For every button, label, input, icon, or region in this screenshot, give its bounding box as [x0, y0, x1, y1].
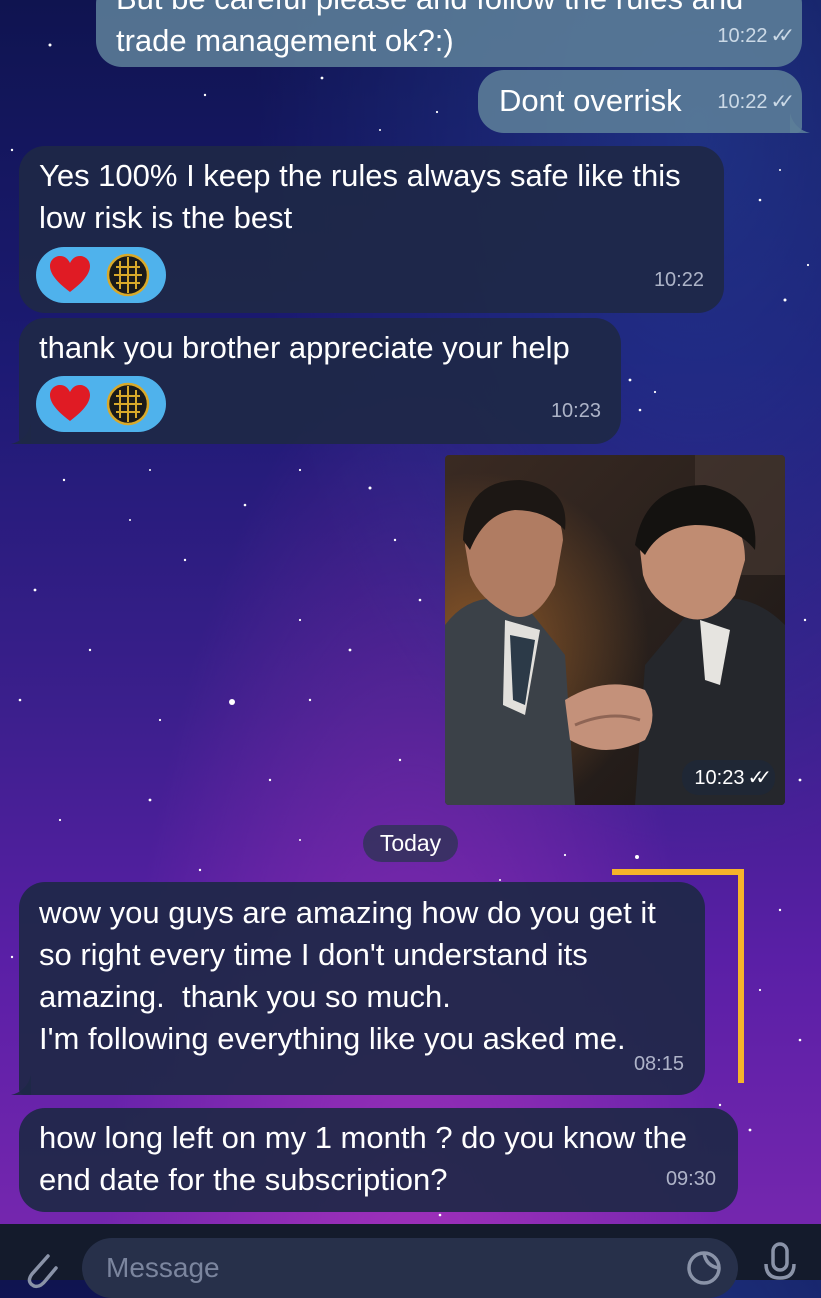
- read-checkmarks-icon: ✓✓: [747, 767, 771, 789]
- message-bubble-incoming[interactable]: how long left on my 1 month ? do you kno…: [19, 1108, 738, 1212]
- highlight-bracket: [612, 869, 744, 1083]
- microphone-icon[interactable]: [760, 1240, 800, 1290]
- message-text: Yes 100% I keep the rules always safe li…: [39, 158, 681, 235]
- message-input[interactable]: Message: [82, 1238, 738, 1298]
- message-bubble-outgoing[interactable]: Dont overrisk 10:22 ✓✓: [478, 70, 810, 133]
- globe-emblem-icon: [106, 253, 150, 297]
- date-divider: Today: [363, 825, 458, 862]
- message-placeholder: Message: [106, 1252, 220, 1283]
- photo-image: [445, 455, 785, 805]
- message-text: But be careful please and follow the rul…: [116, 0, 743, 58]
- message-time-text: 10:22: [717, 25, 768, 47]
- photo-message[interactable]: 10:23 ✓✓: [445, 455, 785, 805]
- message-time: 10:22: [653, 269, 704, 291]
- globe-emblem-icon: [106, 382, 150, 426]
- message-bubble-incoming[interactable]: thank you brother appreciate your help 1…: [11, 318, 621, 444]
- message-time: 10:22 ✓✓: [717, 81, 794, 123]
- heart-icon: [50, 385, 90, 421]
- reactions-pill[interactable]: [36, 247, 166, 303]
- message-time: 10:23: [550, 400, 601, 422]
- sticker-icon[interactable]: [684, 1248, 724, 1288]
- read-checkmarks-icon: ✓✓: [770, 25, 794, 47]
- photo-time-badge: 10:23 ✓✓: [682, 760, 775, 795]
- heart-icon: [50, 256, 90, 292]
- bubble-tail: [790, 113, 810, 133]
- read-checkmarks-icon: ✓✓: [770, 91, 794, 113]
- message-time-text: 10:22: [717, 91, 768, 113]
- reactions-pill[interactable]: [36, 376, 166, 432]
- bubble-tail: [11, 1075, 31, 1095]
- message-bubble-outgoing[interactable]: But be careful please and follow the rul…: [96, 0, 802, 67]
- photo-time-text: 10:23: [694, 767, 745, 789]
- message-bubble-incoming[interactable]: wow you guys are amazing how do you get …: [11, 882, 705, 1095]
- message-text: wow you guys are amazing how do you get …: [39, 895, 656, 1056]
- message-text: thank you brother appreciate your help: [39, 330, 570, 365]
- message-time: 10:22 ✓✓: [717, 15, 794, 57]
- paperclip-icon[interactable]: [18, 1246, 62, 1290]
- message-bubble-incoming[interactable]: Yes 100% I keep the rules always safe li…: [19, 146, 724, 313]
- message-text: how long left on my 1 month ? do you kno…: [39, 1120, 687, 1197]
- message-time: 09:30: [665, 1168, 716, 1190]
- message-text: Dont overrisk: [499, 83, 682, 118]
- bubble-tail: [11, 424, 31, 444]
